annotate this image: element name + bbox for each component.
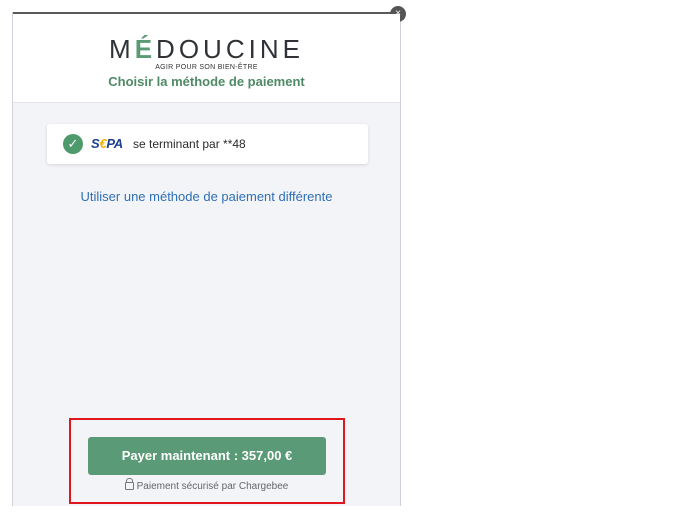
modal-header: MÉDOUCINE AGIR POUR SON BIEN-ÊTRE Choisi… bbox=[13, 14, 400, 103]
sepa-logo: S€PA bbox=[91, 136, 123, 151]
highlight-box bbox=[69, 418, 345, 504]
use-different-method-link[interactable]: Utiliser une méthode de paiement différe… bbox=[13, 189, 400, 204]
brand-tagline: AGIR POUR SON BIEN-ÊTRE bbox=[155, 64, 258, 71]
saved-payment-method[interactable]: ✓ S€PA se terminant par **48 bbox=[47, 124, 368, 164]
payment-method-label: se terminant par **48 bbox=[133, 137, 246, 151]
check-icon: ✓ bbox=[63, 134, 83, 154]
logo-accent: É bbox=[134, 34, 157, 64]
page-title: Choisir la méthode de paiement bbox=[108, 74, 305, 89]
brand-logo: MÉDOUCINE bbox=[109, 34, 304, 64]
